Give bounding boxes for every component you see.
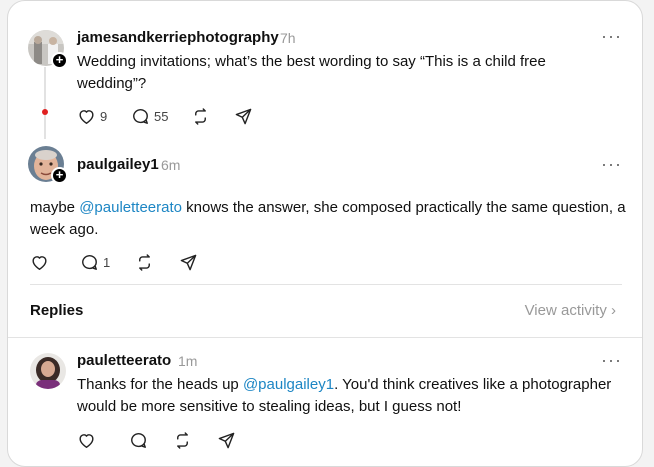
heart-icon [79, 434, 94, 448]
post-username[interactable]: jamesandkerriephotography [77, 29, 279, 46]
reply-button[interactable] [129, 431, 148, 450]
reply-actions: 1 [30, 253, 230, 275]
send-icon [235, 108, 252, 125]
replies-heading: Replies [30, 302, 84, 319]
comment-icon [82, 255, 97, 270]
like-button[interactable] [77, 431, 96, 450]
reply-button[interactable]: 1 [80, 253, 110, 272]
divider [30, 284, 622, 285]
nested-text-before: Thanks for the heads up [77, 376, 243, 393]
comment-icon [131, 433, 146, 448]
reply-button[interactable]: 55 [131, 107, 168, 126]
follow-plus-icon[interactable]: + [51, 167, 68, 184]
mention-link[interactable]: @paulgailey1 [243, 376, 334, 393]
avatar-pauletteerato[interactable] [30, 353, 66, 389]
send-icon [218, 432, 235, 449]
repost-button[interactable] [191, 107, 210, 126]
more-options-icon[interactable]: ··· [601, 155, 622, 173]
follow-plus-icon[interactable]: + [51, 52, 68, 69]
like-button[interactable] [30, 253, 53, 272]
like-button[interactable]: 9 [77, 107, 107, 126]
divider [8, 337, 642, 338]
share-button[interactable] [217, 431, 236, 450]
post-time: 7h [280, 30, 296, 46]
like-count: 9 [100, 109, 108, 124]
nested-reply-actions [77, 431, 277, 453]
reply-count: 1 [103, 255, 111, 270]
view-activity-link[interactable]: View activity › [525, 302, 616, 319]
mention-link[interactable]: @pauletteerato [79, 199, 182, 216]
send-icon [180, 254, 197, 271]
thread-line [44, 67, 46, 139]
more-options-icon[interactable]: ··· [601, 27, 622, 45]
reply-text: maybe @pauletteerato knows the answer, s… [30, 197, 630, 241]
reply-username[interactable]: paulgailey1 [77, 156, 159, 173]
thread-indicator-dot [42, 109, 48, 115]
post-actions: 9 55 [77, 107, 277, 129]
heart-icon [79, 110, 94, 124]
repost-icon [195, 108, 206, 125]
heart-icon [32, 256, 47, 270]
repost-button[interactable] [135, 253, 154, 272]
reply-text-before: maybe [30, 199, 80, 216]
nested-reply-username[interactable]: pauletteerato [77, 352, 171, 369]
comment-icon [133, 109, 148, 124]
reply-count: 55 [154, 109, 169, 124]
repost-icon [139, 254, 150, 271]
nested-reply-time: 1m [178, 353, 198, 369]
nested-reply-text: Thanks for the heads up @paulgailey1. Yo… [77, 374, 622, 418]
post-text: Wedding invitations; what’s the best wor… [77, 53, 546, 92]
share-button[interactable] [179, 253, 198, 272]
thread-card: + jamesandkerriephotography 7h ··· Weddi… [7, 0, 643, 467]
repost-icon [177, 432, 188, 449]
more-options-icon[interactable]: ··· [601, 351, 622, 369]
reply-time: 6m [161, 157, 181, 173]
share-button[interactable] [234, 107, 253, 126]
repost-button[interactable] [173, 431, 192, 450]
